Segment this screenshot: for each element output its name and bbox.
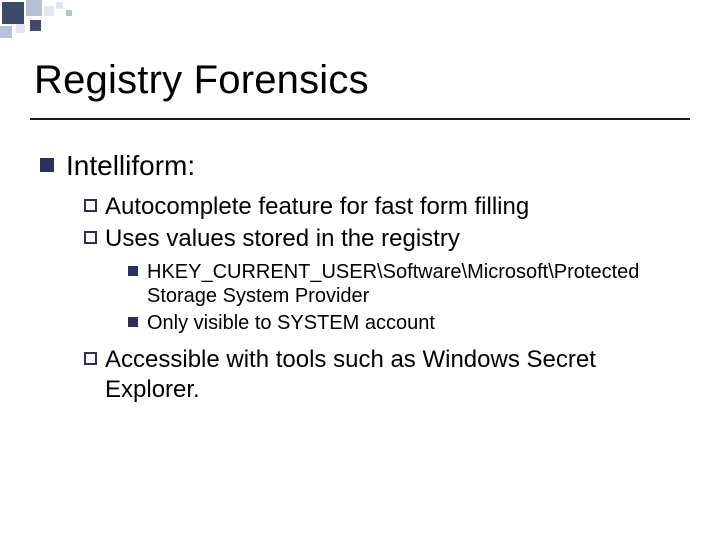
slide-content: Intelliform: Autocomplete feature for fa… (40, 150, 684, 407)
bullet-text: Uses values stored in the registry (105, 224, 460, 254)
corner-decoration (0, 0, 120, 40)
bullet-level2: Autocomplete feature for fast form filli… (84, 192, 684, 222)
bullet-text: Intelliform: (66, 150, 195, 182)
hollow-square-bullet-icon (84, 352, 97, 365)
title-underline (30, 118, 690, 120)
slide-title: Registry Forensics (34, 58, 369, 103)
hollow-square-bullet-icon (84, 199, 97, 212)
bullet-text: HKEY_CURRENT_USER\Software\Microsoft\Pro… (147, 260, 684, 309)
bullet-text: Autocomplete feature for fast form filli… (105, 192, 529, 222)
bullet-level2: Uses values stored in the registry (84, 224, 684, 254)
bullet-text: Accessible with tools such as Windows Se… (105, 345, 684, 405)
bullet-level2: Accessible with tools such as Windows Se… (84, 345, 684, 405)
bullet-level3: Only visible to SYSTEM account (128, 311, 684, 335)
bullet-text: Only visible to SYSTEM account (147, 311, 435, 335)
small-square-bullet-icon (128, 266, 138, 276)
square-bullet-icon (40, 158, 54, 172)
bullet-level1: Intelliform: (40, 150, 684, 182)
small-square-bullet-icon (128, 317, 138, 327)
bullet-level3: HKEY_CURRENT_USER\Software\Microsoft\Pro… (128, 260, 684, 309)
hollow-square-bullet-icon (84, 231, 97, 244)
